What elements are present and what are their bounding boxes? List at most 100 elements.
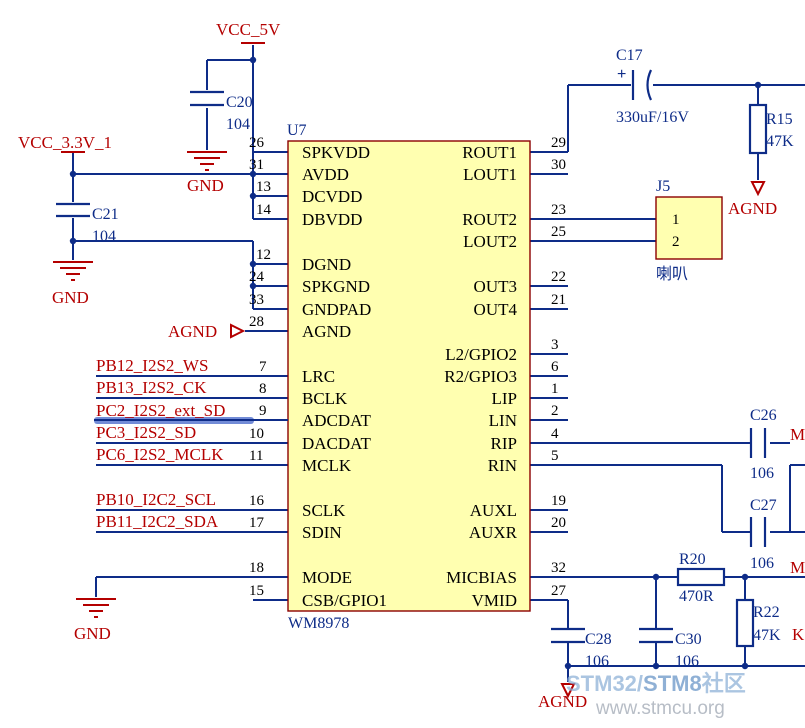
signal-pc3: PC3_I2S2_SD [96, 423, 196, 442]
pin-num: 15 [249, 583, 264, 599]
pin-num: 17 [249, 515, 265, 531]
pin-name: ROUT1 [462, 143, 517, 162]
ic-part: WM8978 [288, 615, 349, 632]
pin-name: LOUT2 [463, 232, 517, 251]
pin-name: LIN [489, 411, 517, 430]
pin-name: LRC [302, 367, 335, 386]
pin-num: 8 [259, 381, 267, 397]
pin-num: 32 [551, 560, 566, 576]
c20-ref: C20 [226, 94, 253, 111]
net-k-partial: K [792, 625, 805, 644]
signal-pb11: PB11_I2C2_SDA [96, 512, 219, 531]
c28-ref: C28 [585, 631, 612, 648]
pin-name: AUXR [469, 523, 518, 542]
net-gnd-mode: GND [74, 624, 111, 643]
r22-ref: R22 [753, 604, 780, 621]
pin-name: SCLK [302, 501, 346, 520]
net-gnd-c21: GND [52, 288, 89, 307]
pin-name: RIN [488, 456, 517, 475]
pin-name: VMID [472, 591, 517, 610]
c20-value: 104 [226, 116, 250, 133]
pin-num: 10 [249, 426, 264, 442]
pin-name: BCLK [302, 389, 348, 408]
signal-pb10: PB10_I2C2_SCL [96, 490, 216, 509]
pin-num: 26 [249, 135, 265, 151]
pin-num: 20 [551, 515, 566, 531]
c21-value: 104 [92, 228, 116, 245]
c27-value: 106 [750, 555, 774, 572]
signal-pb13: PB13_I2S2_CK [96, 378, 207, 397]
net-agnd-left: AGND [168, 322, 217, 341]
pin-num: 12 [256, 247, 271, 263]
signal-pc2: PC2_I2S2_ext_SD [96, 401, 225, 420]
pin-num: 27 [551, 583, 567, 599]
r20-ref: R20 [679, 551, 706, 568]
pin-num: 24 [249, 269, 265, 285]
pin-num: 33 [249, 292, 264, 308]
pin-name: L2/GPIO2 [445, 345, 517, 364]
pin-name: ROUT2 [462, 210, 517, 229]
pin-name: OUT4 [474, 300, 518, 319]
pin-name: CSB/GPIO1 [302, 591, 387, 610]
pin-num: 5 [551, 448, 559, 464]
pin-num: 22 [551, 269, 566, 285]
pin-name: ADCDAT [302, 411, 372, 430]
r15-ref: R15 [766, 111, 793, 128]
pin-name: SPKGND [302, 277, 370, 296]
net-vcc5: VCC_5V [216, 20, 281, 39]
pin-num: 9 [259, 403, 267, 419]
net-m-partial-1: M [790, 425, 805, 444]
c21-ref: C21 [92, 206, 119, 223]
j5-pin1: 1 [672, 212, 680, 228]
pin-num: 6 [551, 359, 559, 375]
pin-name: MCLK [302, 456, 352, 475]
pin-num: 3 [551, 337, 559, 353]
c17-ref: C17 [616, 47, 643, 64]
pin-name: AUXL [470, 501, 517, 520]
pin-num: 13 [256, 179, 271, 195]
c17-value: 330uF/16V [616, 109, 689, 126]
pin-name: LOUT1 [463, 165, 517, 184]
pin-name: DGND [302, 255, 351, 274]
pin-num: 1 [551, 381, 559, 397]
j5-ref: J5 [656, 178, 670, 195]
pin-num: 29 [551, 135, 566, 151]
net-vcc33: VCC_3.3V_1 [18, 133, 112, 152]
c30-value: 106 [675, 653, 699, 670]
pin-name: OUT3 [474, 277, 517, 296]
r20-value: 470R [679, 588, 714, 605]
watermark-url: www.stmcu.org [595, 698, 725, 719]
net-m-partial-2: M [790, 558, 805, 577]
pin-name: MICBIAS [446, 568, 517, 587]
j5-label: 喇叭 [656, 265, 688, 283]
pin-num: 18 [249, 560, 264, 576]
j5-pin2: 2 [672, 234, 680, 250]
signal-pb12: PB12_I2S2_WS [96, 356, 208, 375]
c17-polarity: + [617, 66, 626, 83]
pin-num: 23 [551, 202, 566, 218]
pin-num: 2 [551, 403, 559, 419]
signal-pc6: PC6_I2S2_MCLK [96, 445, 224, 464]
pin-num: 25 [551, 224, 566, 240]
pin-num: 11 [249, 448, 263, 464]
pin-num: 4 [551, 426, 559, 442]
c26-value: 106 [750, 465, 774, 482]
watermark: STM32/STM8社区 www.stmcu.org [566, 671, 746, 719]
r15-value: 47K [766, 133, 794, 150]
c30-ref: C30 [675, 631, 702, 648]
c27-ref: C27 [750, 497, 777, 514]
pin-num: 28 [249, 314, 264, 330]
pin-name: GNDPAD [302, 300, 371, 319]
pin-name: SPKVDD [302, 143, 370, 162]
pin-name: SDIN [302, 523, 342, 542]
pin-name: MODE [302, 568, 352, 587]
pin-num: 7 [259, 359, 267, 375]
net-gnd-c20: GND [187, 176, 224, 195]
pin-name: LIP [492, 389, 518, 408]
ic-ref: U7 [287, 122, 307, 139]
pin-name: AGND [302, 322, 351, 341]
r22-value: 47K [753, 627, 781, 644]
pin-num: 30 [551, 157, 566, 173]
pin-num: 21 [551, 292, 566, 308]
c26-ref: C26 [750, 407, 777, 424]
